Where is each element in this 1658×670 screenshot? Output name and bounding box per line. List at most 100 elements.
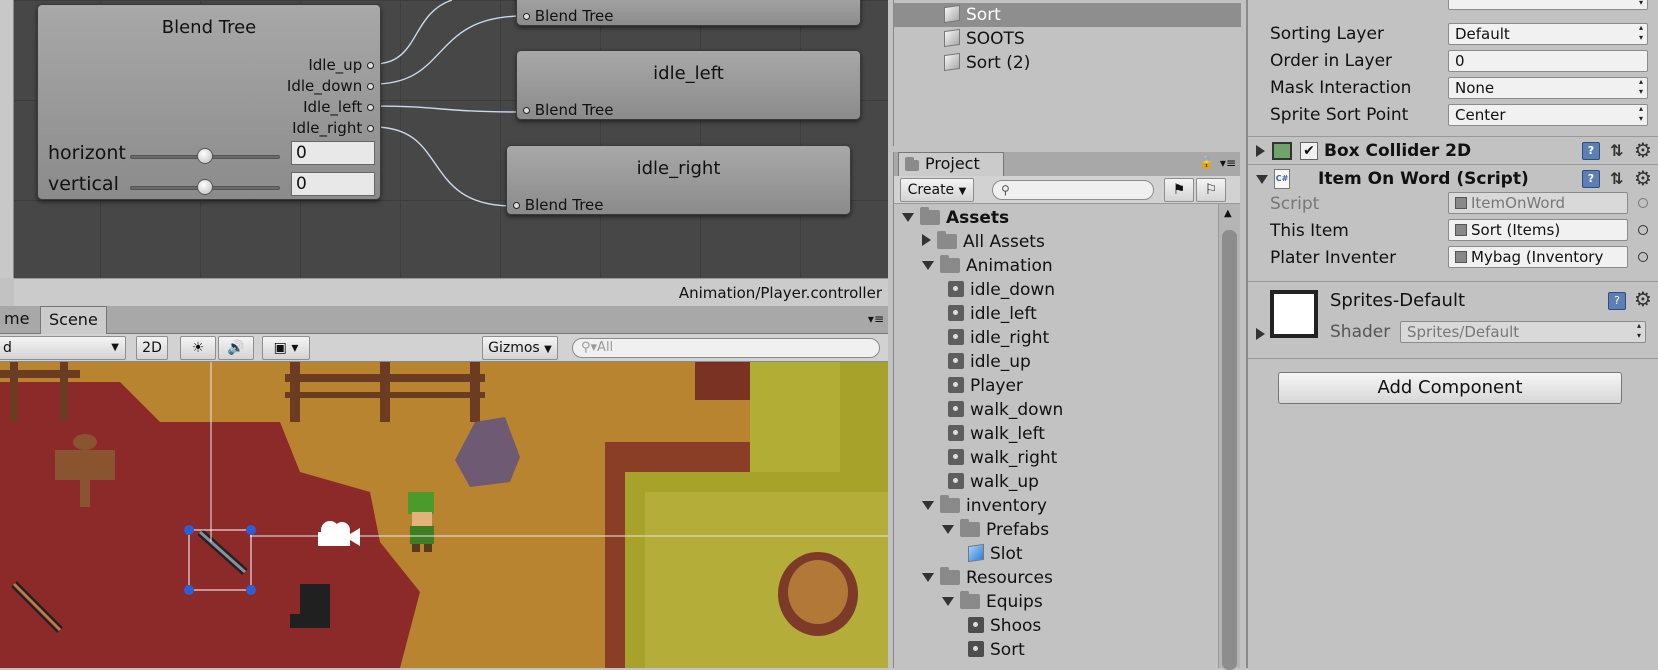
port-dot[interactable] xyxy=(367,125,374,132)
project-item[interactable]: idle_down xyxy=(942,278,1055,302)
scroll-up-arrow[interactable]: ▲ xyxy=(1224,208,1232,219)
port-dot[interactable] xyxy=(523,107,530,114)
help-icon[interactable]: ? xyxy=(1582,170,1600,188)
this-item-field[interactable]: Sort (Items) xyxy=(1448,219,1628,241)
project-item[interactable]: Shoos xyxy=(962,614,1041,638)
port-dot[interactable] xyxy=(367,104,374,111)
toggle-2d-button[interactable]: 2D xyxy=(136,336,168,360)
project-item[interactable]: Assets xyxy=(902,206,1009,230)
expand-arrow-icon[interactable] xyxy=(1256,328,1265,340)
mask-interaction-dropdown[interactable]: None xyxy=(1448,77,1648,99)
tab-scene[interactable]: Scene xyxy=(40,306,107,334)
project-item[interactable]: idle_right xyxy=(942,326,1049,350)
filter-by-type-icon[interactable]: ⚑ xyxy=(1164,178,1194,202)
project-search-input[interactable]: ⚲ xyxy=(992,180,1154,200)
shading-mode-dropdown[interactable]: d ▼ xyxy=(0,336,126,360)
shader-dropdown[interactable]: Sprites/Default xyxy=(1400,321,1646,343)
plater-inventer-field[interactable]: Mybag (Inventory xyxy=(1448,246,1628,268)
help-icon[interactable]: ? xyxy=(1582,142,1600,160)
input-port[interactable]: Blend Tree xyxy=(523,101,614,119)
hierarchy-item-soots[interactable]: SOOTS xyxy=(894,27,1241,51)
enabled-checkbox[interactable]: ✔ xyxy=(1300,142,1318,160)
preset-icon[interactable]: ⇅ xyxy=(1610,165,1623,193)
input-port[interactable]: Blend Tree xyxy=(513,196,604,214)
gear-icon[interactable]: ⚙ xyxy=(1634,287,1652,311)
audio-toggle-icon[interactable]: 🔊 xyxy=(218,336,254,360)
scene-search-input[interactable]: ⚲▾All xyxy=(572,338,880,358)
collapse-arrow-icon[interactable] xyxy=(942,525,954,534)
project-item[interactable]: inventory xyxy=(922,494,1047,518)
slider-thumb[interactable] xyxy=(197,179,213,195)
tab-game[interactable]: me xyxy=(0,306,37,334)
collapse-arrow-icon[interactable] xyxy=(922,261,934,270)
hierarchy-item-sort[interactable]: Sort xyxy=(894,3,1241,27)
project-item[interactable]: walk_left xyxy=(942,422,1045,446)
port-dot[interactable] xyxy=(513,202,520,209)
order-in-layer-field[interactable]: 0 xyxy=(1448,50,1648,72)
help-icon[interactable]: ? xyxy=(1608,292,1626,310)
input-port[interactable]: Blend Tree xyxy=(523,7,614,25)
collapse-arrow-icon[interactable] xyxy=(922,573,934,582)
project-item[interactable]: Slot xyxy=(962,542,1023,566)
script-component-header[interactable]: C# Item On Word (Script) ? ⇅ ⚙ xyxy=(1248,164,1658,192)
project-item[interactable]: idle_up xyxy=(942,350,1031,374)
gear-icon[interactable]: ⚙ xyxy=(1634,136,1652,164)
output-idle-left[interactable]: Idle_left xyxy=(303,98,374,116)
object-picker-icon[interactable] xyxy=(1638,252,1648,262)
project-item[interactable]: Animation xyxy=(922,254,1053,278)
panel-menu-icon[interactable]: ▾≡ xyxy=(868,312,884,326)
lock-icon[interactable]: 🔒 xyxy=(1199,155,1214,169)
output-idle-down[interactable]: Idle_down xyxy=(287,77,374,95)
output-idle-up[interactable]: Idle_up xyxy=(308,56,374,74)
collapse-arrow-icon[interactable] xyxy=(922,501,934,510)
project-item[interactable]: Player xyxy=(942,374,1023,398)
port-dot[interactable] xyxy=(367,83,374,90)
project-item-label: inventory xyxy=(966,496,1047,516)
effects-dropdown-icon[interactable]: ▣ ▾ xyxy=(262,336,310,360)
project-item[interactable]: Equips xyxy=(942,590,1043,614)
sprite-sort-point-dropdown[interactable]: Center xyxy=(1448,104,1648,126)
port-dot[interactable] xyxy=(367,62,374,69)
object-picker-icon[interactable] xyxy=(1638,225,1648,235)
preset-icon[interactable]: ⇅ xyxy=(1610,137,1623,165)
project-item[interactable]: Resources xyxy=(922,566,1053,590)
collapse-arrow-icon[interactable] xyxy=(1256,175,1268,184)
collapse-arrow-icon[interactable] xyxy=(902,213,914,222)
slider-thumb[interactable] xyxy=(197,148,213,164)
param-value-vertical[interactable]: 0 xyxy=(291,172,375,196)
project-item[interactable]: walk_down xyxy=(942,398,1063,422)
project-scrollbar[interactable]: ▲ xyxy=(1218,204,1240,670)
project-item[interactable]: Sort xyxy=(962,638,1025,662)
project-item[interactable]: All Assets xyxy=(922,230,1045,254)
gizmos-dropdown[interactable]: Gizmos ▼ xyxy=(482,336,558,360)
blend-tree-node[interactable]: Blend Tree Idle_up Idle_down Idle_left I… xyxy=(37,4,381,200)
motion-node-idle-right[interactable]: idle_right Blend Tree xyxy=(506,145,851,215)
sorting-layer-dropdown[interactable]: Default xyxy=(1448,23,1648,45)
output-idle-right[interactable]: Idle_right xyxy=(292,119,374,137)
animator-graph[interactable]: Blend Tree Idle_up Idle_down Idle_left I… xyxy=(0,0,888,278)
filter-by-label-icon[interactable]: ⚐ xyxy=(1196,178,1226,202)
add-component-button[interactable]: Add Component xyxy=(1278,372,1622,404)
motion-node-idle-left[interactable]: idle_left Blend Tree xyxy=(516,50,861,120)
expand-arrow-icon[interactable] xyxy=(922,234,931,246)
scrollbar-thumb[interactable] xyxy=(1222,230,1237,670)
panel-menu-icon[interactable]: ▾≡ xyxy=(1220,156,1236,170)
collapse-arrow-icon[interactable] xyxy=(942,597,954,606)
project-item[interactable]: walk_right xyxy=(942,446,1057,470)
project-item[interactable]: idle_left xyxy=(942,302,1037,326)
box-collider-header[interactable]: ✔ Box Collider 2D ? ⇅ ⚙ xyxy=(1248,136,1658,164)
motion-node-top[interactable]: Blend Tree xyxy=(516,0,861,26)
create-dropdown[interactable]: Create ▼ xyxy=(900,178,974,202)
hierarchy-item-sort-2[interactable]: Sort (2) xyxy=(894,51,1241,75)
port-dot[interactable] xyxy=(523,13,530,20)
project-item[interactable]: walk_up xyxy=(942,470,1039,494)
draw-mode-dropdown-partial[interactable] xyxy=(1448,0,1648,10)
project-item[interactable]: Prefabs xyxy=(942,518,1049,542)
param-value-horizontal[interactable]: 0 xyxy=(291,141,375,165)
expand-arrow-icon[interactable] xyxy=(1256,145,1265,157)
lighting-toggle-icon[interactable]: ☀ xyxy=(180,336,216,360)
gear-icon[interactable]: ⚙ xyxy=(1634,164,1652,192)
object-picker-icon[interactable] xyxy=(1638,198,1648,208)
scene-viewport[interactable] xyxy=(0,362,888,668)
tab-project[interactable]: Project xyxy=(898,152,1004,176)
